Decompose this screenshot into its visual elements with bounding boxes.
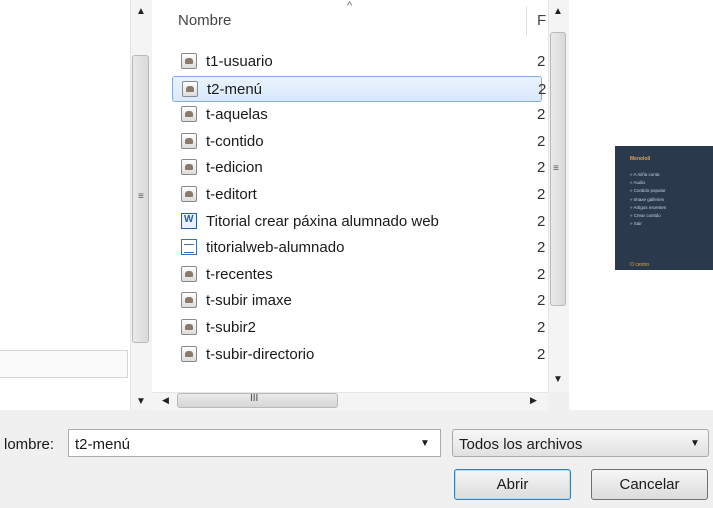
scroll-up-arrow-icon[interactable]: ▲	[136, 6, 146, 17]
navigation-item[interactable]	[0, 350, 128, 378]
grip-icon: ≡	[553, 163, 559, 174]
preview-title: Menololi	[630, 156, 651, 162]
file-name: t2-menú	[207, 80, 263, 98]
image-file-icon	[181, 186, 197, 202]
file-column-value: 2	[537, 53, 546, 70]
preview-footer: O centro	[630, 262, 650, 268]
file-row[interactable]: titorialweb-alumnado 2	[172, 235, 546, 261]
file-name: t-subir imaxe	[206, 292, 292, 310]
image-file-icon	[181, 292, 197, 309]
grip-icon: ≡	[138, 191, 144, 202]
file-row[interactable]: t-subir imaxe 2	[172, 288, 546, 314]
file-name: t1-usuario	[206, 53, 273, 70]
file-name: t-subir-directorio	[206, 345, 315, 363]
image-file-icon	[181, 319, 197, 335]
grip-icon: III	[250, 393, 259, 404]
cancel-button[interactable]: Cancelar	[591, 469, 708, 500]
preview-menu-item: » Sair	[630, 221, 642, 227]
preview-menu-item: » Artigos recentes	[630, 204, 667, 210]
file-column-value: 2	[537, 159, 546, 177]
scroll-right-arrow-icon[interactable]: ▶	[530, 395, 537, 406]
file-name: t-subir2	[206, 319, 257, 336]
preview-menu-item: » Audio	[630, 180, 646, 186]
preview-menu-item: » Contido popular	[630, 188, 666, 194]
file-row[interactable]: t-editort 2	[172, 182, 546, 208]
image-file-icon	[181, 132, 197, 149]
file-column-value: 2	[537, 345, 546, 363]
image-file-icon	[181, 159, 197, 176]
file-column-value: 2	[538, 80, 547, 98]
file-row[interactable]: t2-menú 2	[172, 75, 546, 102]
column-divider[interactable]	[526, 6, 527, 36]
sort-ascending-icon: ^	[347, 0, 353, 12]
file-row[interactable]: t-aquelas 2	[172, 102, 546, 128]
file-column-value: 2	[537, 212, 546, 230]
image-file-icon	[181, 53, 197, 69]
open-button[interactable]: Abrir	[454, 469, 571, 500]
scroll-down-arrow-icon[interactable]: ▼	[136, 396, 146, 407]
word-document-icon	[181, 212, 197, 229]
file-name: t-aquelas	[206, 106, 268, 124]
file-name: t-contido	[206, 132, 264, 150]
scroll-down-arrow-icon[interactable]: ▼	[553, 374, 563, 385]
chevron-down-icon[interactable]: ▼	[690, 438, 700, 449]
file-name: t-recentes	[206, 265, 273, 283]
file-row[interactable]: t-edicion 2	[172, 155, 546, 181]
file-row[interactable]: t-subir2 2	[172, 315, 546, 341]
file-name-value[interactable]: t2-menú	[75, 436, 130, 453]
image-file-icon	[182, 80, 198, 97]
file-column-value: 2	[537, 319, 546, 336]
file-name-label: lombre:	[4, 436, 55, 453]
file-row[interactable]: t-contido 2	[172, 129, 546, 155]
column-header-name[interactable]: Nombre	[178, 12, 231, 29]
file-column-value: 2	[537, 265, 546, 283]
file-column-value: 2	[537, 292, 546, 310]
image-file-icon	[181, 106, 197, 123]
preview-menu-item: » Imaxe galleries	[630, 196, 665, 202]
text-document-icon	[181, 239, 197, 256]
file-row[interactable]: t-subir-directorio 2	[172, 342, 546, 368]
column-header-second[interactable]: F	[537, 12, 546, 29]
file-column-value: 2	[537, 239, 546, 257]
chevron-down-icon[interactable]: ▼	[420, 438, 430, 449]
file-row[interactable]: Titorial crear páxina alumnado web 2	[172, 209, 546, 235]
scroll-left-arrow-icon[interactable]: ◀	[162, 395, 169, 406]
file-row[interactable]: t-recentes 2	[172, 262, 546, 288]
preview-menu-item: » A miña conta	[630, 172, 660, 177]
image-file-icon	[181, 265, 197, 282]
image-file-icon	[181, 345, 197, 362]
file-type-value[interactable]: Todos los archivos	[459, 436, 582, 453]
file-column-value: 2	[537, 186, 546, 203]
file-name: Titorial crear páxina alumnado web	[206, 212, 439, 230]
file-row[interactable]: t1-usuario 2	[172, 49, 546, 75]
file-column-value: 2	[537, 106, 546, 124]
file-column-value: 2	[537, 132, 546, 150]
file-name: titorialweb-alumnado	[206, 239, 345, 257]
preview-menu-item: » Crear contido	[630, 213, 661, 218]
file-name: t-edicion	[206, 159, 263, 177]
file-name: t-editort	[206, 186, 257, 203]
scroll-up-arrow-icon[interactable]: ▲	[553, 6, 563, 17]
